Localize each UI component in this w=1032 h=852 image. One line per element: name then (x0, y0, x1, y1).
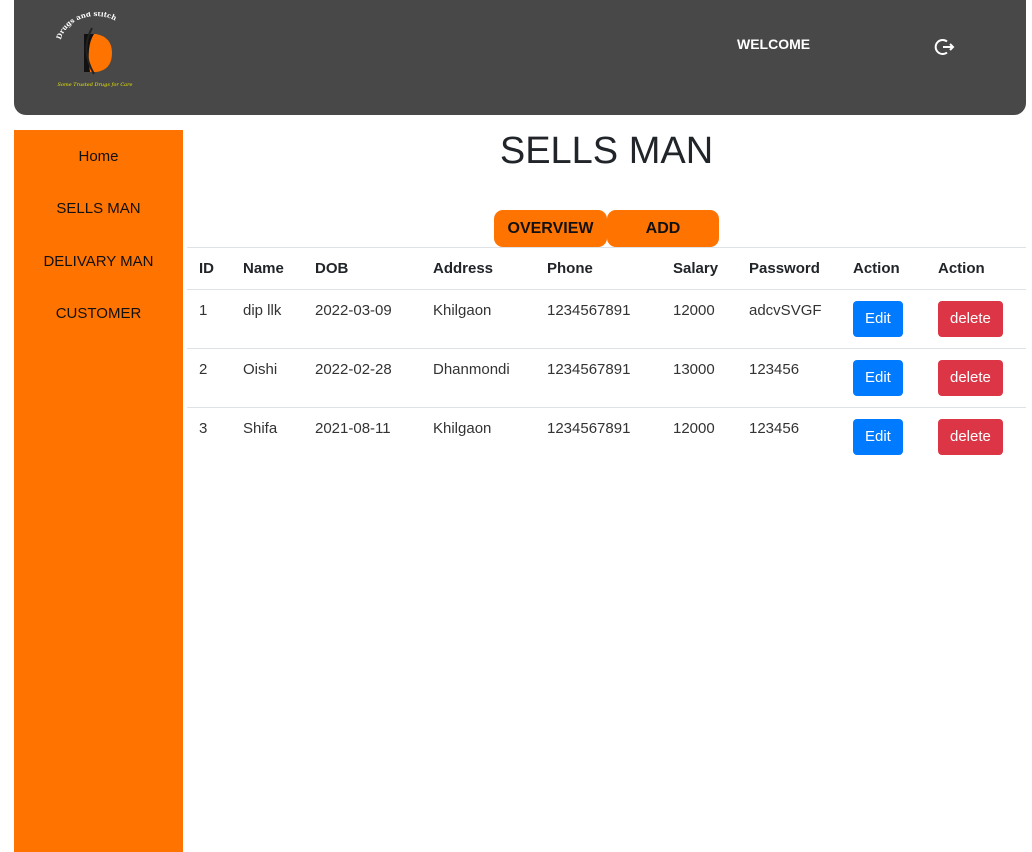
brand-logo[interactable]: Drugs and stitch Some Trusted Drugs for … (50, 9, 140, 90)
cell-delete: delete (926, 289, 1026, 349)
cell-phone: 1234567891 (535, 289, 661, 349)
sidebar-item-customer[interactable]: CUSTOMER (14, 305, 183, 322)
table-row: 1 dip llk 2022-03-09 Khilgaon 1234567891… (187, 289, 1026, 349)
cell-name: Oishi (231, 348, 303, 408)
cell-salary: 12000 (661, 289, 737, 349)
sidebar-item-sells-man[interactable]: SELLS MAN (14, 200, 183, 217)
column-header-name: Name (231, 247, 303, 290)
edit-button[interactable]: Edit (853, 301, 903, 337)
sidebar: Home SELLS MAN DELIVARY MAN CUSTOMER (14, 130, 183, 852)
edit-button[interactable]: Edit (853, 360, 903, 396)
cell-dob: 2022-03-09 (303, 289, 421, 349)
table-header-row: ID Name DOB Address Phone Salary Passwor… (187, 247, 1026, 290)
column-header-address: Address (421, 247, 535, 290)
cell-delete: delete (926, 348, 1026, 408)
cell-dob: 2022-02-28 (303, 348, 421, 408)
cell-password: 123456 (749, 420, 800, 437)
cell-address: Khilgaon (433, 420, 492, 437)
cell-name: Shifa (243, 420, 278, 437)
sidebar-item-home[interactable]: Home (14, 148, 183, 165)
logout-icon[interactable] (934, 36, 956, 58)
page-title: SELLS MAN (499, 130, 714, 172)
cell-edit: Edit (841, 289, 926, 349)
cell-password: adcvSVGF (737, 289, 841, 349)
cell-dob: 2021-08-11 (315, 420, 391, 437)
cell-id: 3 (199, 420, 208, 437)
column-header-phone: Phone (535, 247, 661, 290)
cell-phone: 1234567891 (547, 420, 631, 437)
cell-address: Dhanmondi (421, 348, 535, 408)
tab-add[interactable]: ADD (607, 210, 719, 247)
cell-salary: 12000 (673, 420, 715, 437)
table-row: 2 Oishi 2022-02-28 Dhanmondi 1234567891 … (187, 348, 1026, 408)
column-header-action-edit: Action (841, 247, 926, 290)
cell-edit: Edit (841, 348, 926, 408)
logo-icon: Drugs and stitch Some Trusted Drugs for … (54, 9, 133, 88)
edit-button[interactable]: Edit (853, 419, 903, 455)
welcome-text: WELCOME (737, 36, 811, 52)
cell-salary: 13000 (661, 348, 737, 408)
tab-overview[interactable]: OVERVIEW (494, 210, 607, 247)
cell-edit: Edit (841, 408, 926, 467)
column-header-salary: Salary (661, 247, 737, 290)
cell-id: 1 (187, 289, 231, 349)
sidebar-item-delivary-man[interactable]: DELIVARY MAN (14, 253, 183, 270)
delete-button[interactable]: delete (938, 419, 1003, 455)
column-header-id: ID (187, 247, 231, 290)
column-header-dob: DOB (303, 247, 421, 290)
column-header-action-delete: Action (926, 247, 1026, 290)
cell-phone: 1234567891 (535, 348, 661, 408)
cell-address: Khilgaon (421, 289, 535, 349)
logo-tagline: Some Trusted Drugs for Care (58, 82, 133, 88)
cell-delete: delete (926, 408, 1026, 467)
delete-button[interactable]: delete (938, 301, 1003, 337)
cell-id: 2 (187, 348, 231, 408)
column-header-password: Password (737, 247, 841, 290)
sellsman-table: ID Name DOB Address Phone Salary Passwor… (187, 247, 1026, 467)
table-row: 3 Shifa 2021-08-11 Khilgaon 1234567891 1… (187, 408, 1026, 467)
cell-name: dip llk (231, 289, 303, 349)
top-header: Drugs and stitch Some Trusted Drugs for … (14, 0, 1026, 115)
delete-button[interactable]: delete (938, 360, 1003, 396)
cell-password: 123456 (737, 348, 841, 408)
